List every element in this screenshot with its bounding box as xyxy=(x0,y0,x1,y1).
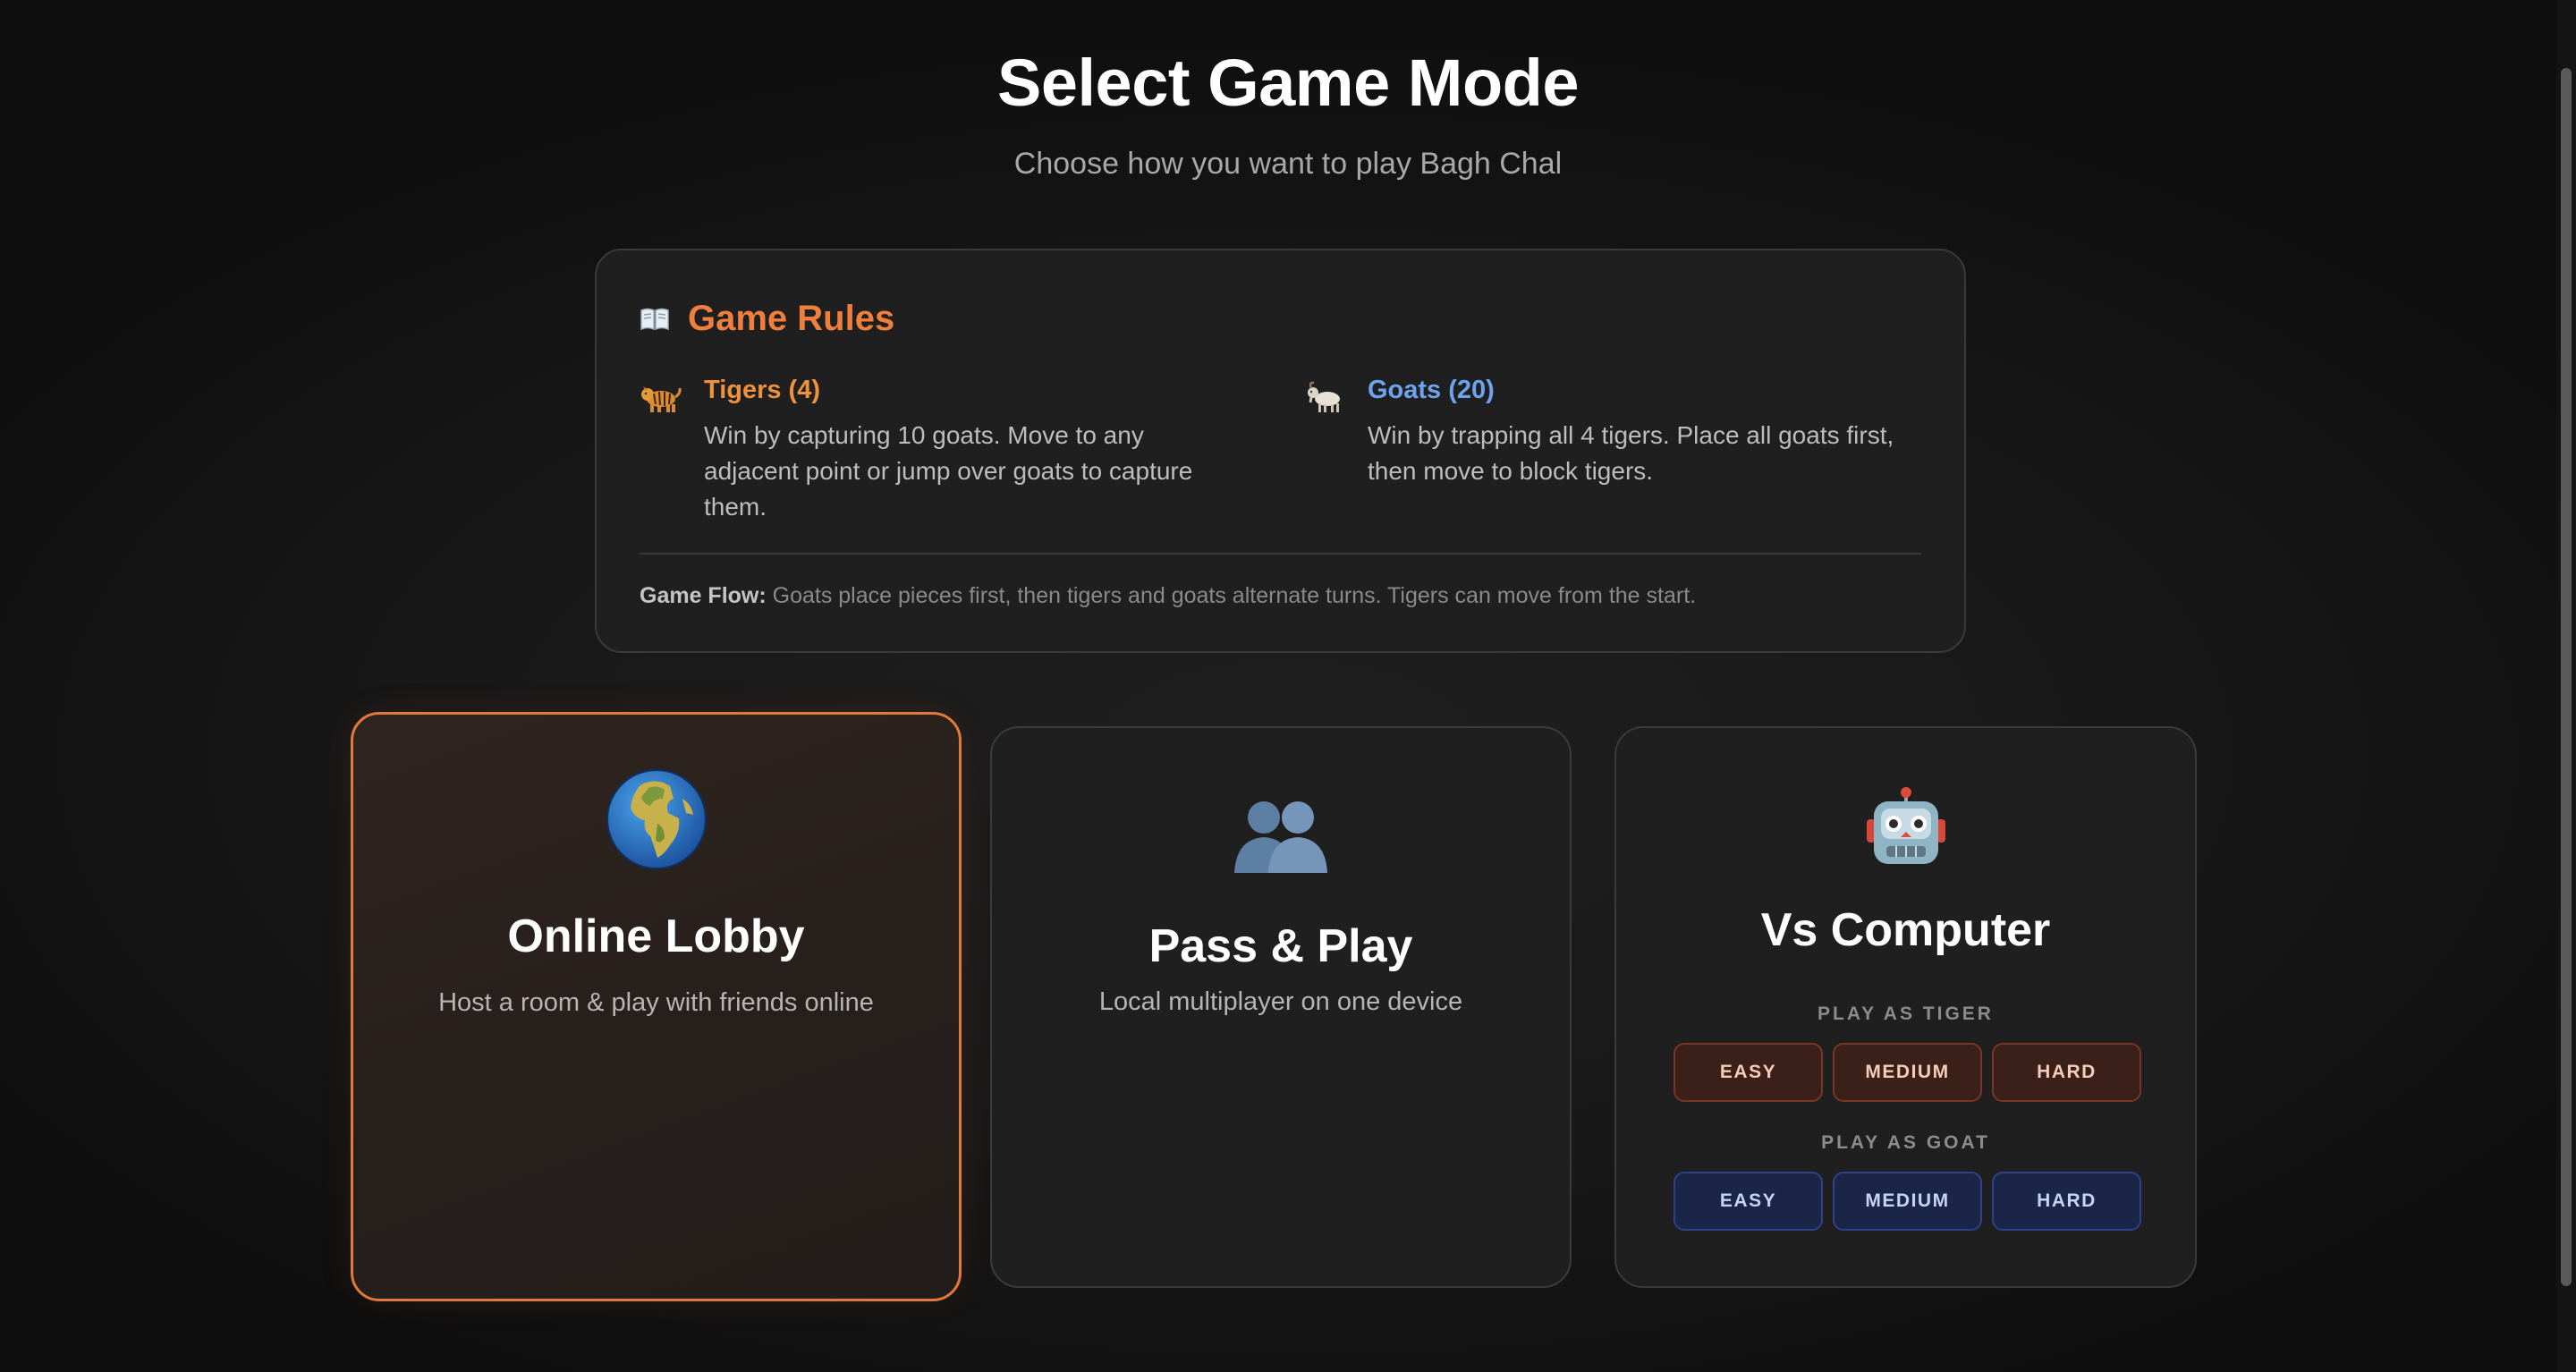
goat-rule: Goats (20) Win by trapping all 4 tigers.… xyxy=(1303,376,1929,489)
game-mode-page: Select Game Mode Choose how you want to … xyxy=(0,0,2576,1372)
game-flow-text: Goats place pieces first, then tigers an… xyxy=(766,583,1697,608)
goat-rule-title: Goats (20) xyxy=(1368,376,1495,404)
game-rules-panel: Game Rules Tigers (4) Win by capturing 1… xyxy=(595,249,1966,653)
play-as-goat-label: PLAY AS GOAT xyxy=(1821,1132,1990,1153)
goat-rule-description: Win by trapping all 4 tigers. Place all … xyxy=(1368,421,1894,485)
rules-divider xyxy=(640,553,1921,555)
online-lobby-card[interactable]: Online Lobby Host a room & play with fri… xyxy=(351,712,962,1301)
tiger-medium-button[interactable]: MEDIUM xyxy=(1833,1043,1982,1102)
vs-computer-card[interactable]: Vs Computer PLAY AS TIGER EASY MEDIUM HA… xyxy=(1614,726,2197,1288)
rules-title: Game Rules xyxy=(688,299,895,338)
page-title: Select Game Mode xyxy=(996,46,1580,120)
vs-computer-title: Vs Computer xyxy=(1760,904,2051,956)
pass-and-play-title: Pass & Play xyxy=(1148,920,1413,972)
game-flow-note: Game Flow: Goats place pieces first, the… xyxy=(640,583,1696,609)
goat-medium-button[interactable]: MEDIUM xyxy=(1833,1172,1982,1231)
tiger-rule-title: Tigers (4) xyxy=(704,376,821,404)
pass-and-play-card[interactable]: Pass & Play Local multiplayer on one dev… xyxy=(990,726,1572,1288)
tiger-rule-description: Win by capturing 10 goats. Move to any a… xyxy=(704,421,1193,521)
robot-icon xyxy=(1865,787,1947,874)
globe-icon xyxy=(606,768,708,875)
game-flow-label: Game Flow: xyxy=(640,583,767,608)
vertical-scrollbar[interactable] xyxy=(2556,0,2576,1372)
online-lobby-description: Host a room & play with friends online xyxy=(438,988,874,1017)
goat-hard-button[interactable]: HARD xyxy=(1992,1172,2141,1231)
book-icon xyxy=(640,308,670,331)
goat-difficulty-buttons: EASY MEDIUM HARD xyxy=(1674,1172,2141,1231)
tiger-rule: Tigers (4) Win by capturing 10 goats. Mo… xyxy=(640,376,1221,525)
tiger-hard-button[interactable]: HARD xyxy=(1992,1043,2141,1102)
tiger-difficulty-buttons: EASY MEDIUM HARD xyxy=(1674,1043,2141,1102)
rules-header: Game Rules xyxy=(640,299,894,339)
play-as-tiger-label: PLAY AS TIGER xyxy=(1818,1004,1994,1024)
tiger-icon xyxy=(640,379,682,415)
goat-icon xyxy=(1303,379,1346,415)
two-people-icon xyxy=(1234,798,1327,879)
online-lobby-title: Online Lobby xyxy=(507,910,805,962)
pass-and-play-description: Local multiplayer on one device xyxy=(1098,987,1463,1016)
page-subtitle: Choose how you want to play Bagh Chal xyxy=(1013,147,1563,181)
tiger-easy-button[interactable]: EASY xyxy=(1674,1043,1823,1102)
goat-easy-button[interactable]: EASY xyxy=(1674,1172,1823,1231)
scrollbar-thumb[interactable] xyxy=(2561,68,2572,1286)
